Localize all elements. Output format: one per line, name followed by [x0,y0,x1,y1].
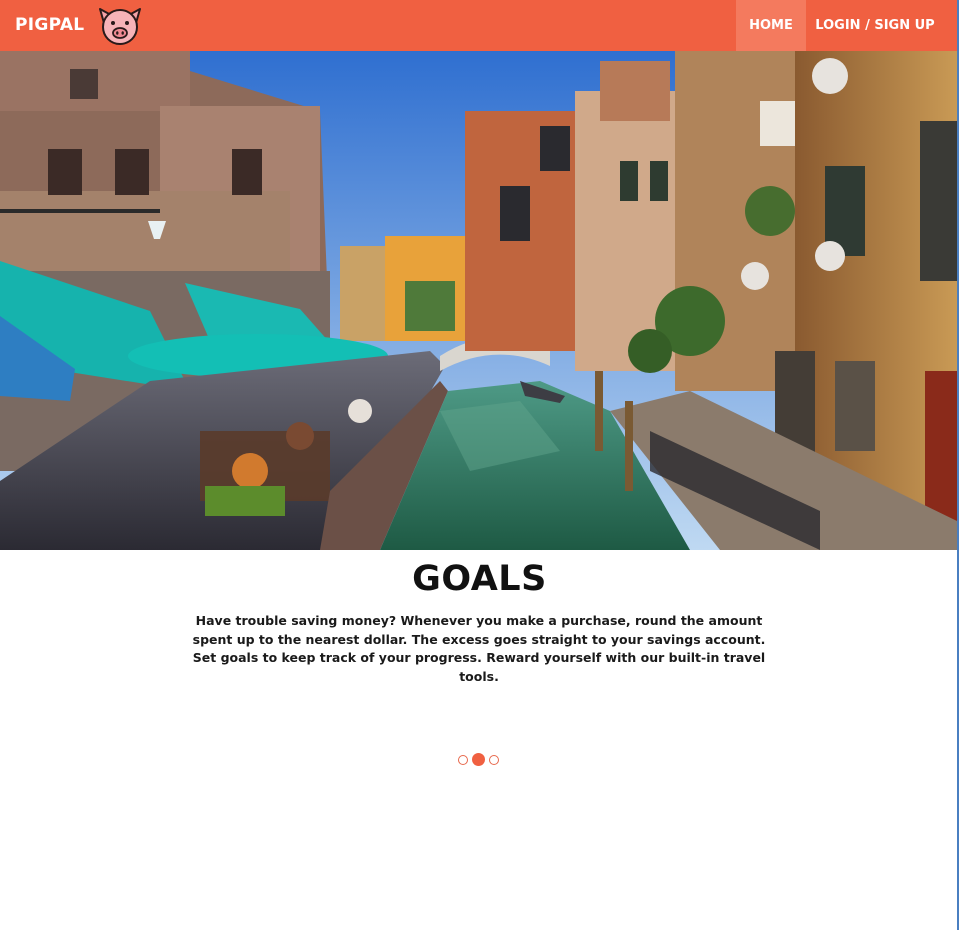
navbar: PIGPAL HOME LOGIN / SIGN UP [0,0,959,51]
brand-name[interactable]: PIGPAL [15,0,84,51]
nav-login-signup-link[interactable]: LOGIN / SIGN UP [806,0,944,51]
carousel-indicators [458,753,502,767]
section-description: Have trouble saving money? Whenever you … [192,613,766,684]
carousel-dot-1[interactable] [458,755,468,765]
pig-face-icon[interactable] [94,3,146,47]
section-title: GOALS [412,559,547,599]
hero-image [0,51,957,550]
venice-canal-photo [0,51,957,550]
carousel-dot-3[interactable] [489,755,499,765]
carousel-dot-2[interactable] [472,753,485,766]
nav-home-link[interactable]: HOME [736,0,806,51]
